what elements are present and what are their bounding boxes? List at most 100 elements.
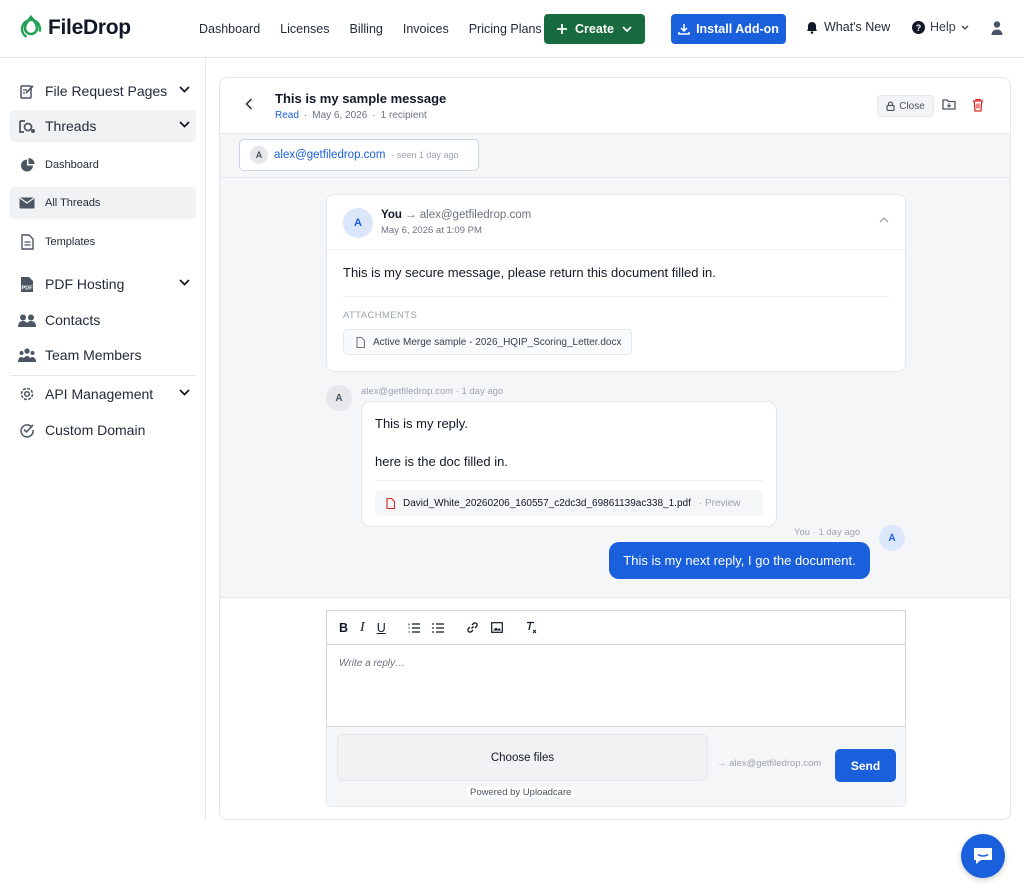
reply-placeholder: Write a reply…	[339, 658, 406, 669]
reply-avatar: A	[326, 385, 352, 411]
sidebar-item-label: Dashboard	[45, 159, 99, 171]
sidebar-item-custom-domain[interactable]: Custom Domain	[10, 414, 196, 446]
sidebar-item-all-threads[interactable]: All Threads	[10, 187, 196, 219]
sidebar-item-pdf-hosting[interactable]: PDF PDF Hosting	[10, 268, 196, 300]
chat-bubble-icon	[972, 846, 994, 866]
install-addon-button[interactable]: Install Add-on	[671, 14, 786, 44]
help-label: Help	[930, 20, 956, 34]
brand-name: FileDrop	[48, 16, 131, 39]
sidebar-item-file-request-pages[interactable]: File Request Pages	[10, 75, 196, 107]
choose-files-button[interactable]: Choose files	[337, 734, 708, 781]
sidebar-item-team-members[interactable]: Team Members	[10, 339, 196, 371]
nav-dashboard[interactable]: Dashboard	[199, 22, 260, 36]
sidebar-item-threads[interactable]: Threads	[10, 110, 196, 142]
back-arrow-icon[interactable]	[245, 98, 253, 110]
pdf-icon: PDF	[18, 276, 36, 293]
message-body: This is my secure message, please return…	[343, 265, 716, 280]
sidebar-item-label: Templates	[45, 236, 96, 248]
my-avatar: A	[879, 525, 905, 551]
sidebar-item-api-management[interactable]: API Management	[10, 378, 196, 410]
clear-format-icon[interactable]	[525, 621, 538, 634]
help-menu[interactable]: ? Help	[912, 20, 969, 34]
link-icon[interactable]	[466, 621, 479, 634]
reply-meta: alex@getfiledrop.com · 1 day ago	[361, 386, 504, 397]
sidebar-item-threads-dashboard[interactable]: Dashboard	[10, 149, 196, 181]
reply-message-card: This is my reply. here is the doc filled…	[361, 401, 777, 527]
read-status: Read	[275, 110, 299, 121]
recipient-chip[interactable]: A alex@getfiledrop.com · seen 1 day ago	[239, 139, 479, 171]
bold-button[interactable]: B	[339, 621, 348, 635]
divider	[343, 296, 889, 297]
recipient-email: alex@getfiledrop.com	[274, 149, 386, 161]
thread-title: This is my sample message	[275, 91, 447, 106]
divider	[375, 480, 763, 481]
thread-meta: Read · May 6, 2026 · 1 recipient	[275, 110, 427, 121]
preview-link[interactable]: · Preview	[699, 498, 741, 509]
user-icon[interactable]	[990, 20, 1004, 36]
italic-button[interactable]: I	[360, 620, 365, 636]
document-icon	[18, 234, 36, 250]
reply-body-line: This is my reply.	[375, 416, 468, 431]
chevron-down-icon	[179, 86, 190, 93]
envelope-icon	[18, 197, 36, 209]
logo[interactable]: FileDrop	[20, 15, 131, 41]
sidebar-item-label: Threads	[45, 118, 97, 134]
sidebar-item-label: Custom Domain	[45, 422, 146, 438]
nav-billing[interactable]: Billing	[350, 22, 383, 36]
sidebar-item-contacts[interactable]: Contacts	[10, 304, 196, 336]
sidebar-item-label: API Management	[45, 386, 154, 402]
underline-button[interactable]: U	[377, 621, 386, 635]
gear-icon	[18, 386, 36, 402]
attachment-filename: David_White_20260206_160557_c2dc3d_69861…	[403, 497, 691, 509]
recipient-count: 1 recipient	[380, 110, 427, 121]
pie-chart-icon	[18, 157, 36, 173]
trash-icon[interactable]	[972, 98, 984, 112]
message-recipient: → alex@getfiledrop.com	[405, 209, 532, 221]
chat-support-button[interactable]	[961, 834, 1005, 878]
thread-date: May 6, 2026	[312, 110, 368, 121]
nav-invoices[interactable]: Invoices	[403, 22, 449, 36]
close-thread-button[interactable]: Close	[877, 95, 934, 117]
filedrop-logo-icon	[20, 15, 42, 41]
team-icon	[18, 348, 36, 362]
recipients-bar: A alex@getfiledrop.com · seen 1 day ago	[220, 134, 1010, 178]
image-icon[interactable]	[490, 622, 503, 633]
recipient-seen-status: · seen 1 day ago	[391, 150, 459, 160]
top-nav: Dashboard Licenses Billing Invoices Pric…	[199, 0, 562, 58]
install-addon-label: Install Add-on	[696, 22, 779, 36]
attachment-chip[interactable]: Active Merge sample - 2026_HQIP_Scoring_…	[343, 329, 633, 355]
chevron-down-icon	[179, 279, 190, 286]
reply-body-line: here is the doc filled in.	[375, 454, 508, 469]
attachments-label: ATTACHMENTS	[343, 310, 418, 321]
chevron-down-icon	[961, 25, 969, 30]
download-icon	[678, 23, 690, 35]
message-date: May 6, 2026 at 1:09 PM	[381, 225, 482, 236]
chevron-down-icon	[179, 121, 190, 128]
send-button[interactable]: Send	[835, 749, 896, 782]
document-icon	[356, 336, 365, 348]
create-label: Create	[575, 22, 614, 36]
nav-pricing-plans[interactable]: Pricing Plans	[469, 22, 542, 36]
sidebar-item-label: Contacts	[45, 312, 101, 328]
thread-panel: This is my sample message Read · May 6, …	[219, 77, 1011, 820]
sidebar-item-templates[interactable]: Templates	[10, 226, 196, 258]
chevron-up-icon[interactable]	[879, 217, 889, 223]
sidebar-item-label: Team Members	[45, 347, 142, 363]
bullet-list-icon[interactable]	[431, 622, 444, 633]
domain-check-icon	[18, 422, 36, 438]
whats-new-link[interactable]: What's New	[806, 20, 890, 34]
reply-to-address: → alex@getfiledrop.com	[717, 758, 822, 769]
ordered-list-icon[interactable]	[408, 622, 420, 633]
nav-licenses[interactable]: Licenses	[280, 22, 329, 36]
message-header[interactable]: A You → alex@getfiledrop.com May 6, 2026…	[327, 195, 905, 250]
pdf-attachment-chip[interactable]: David_White_20260206_160557_c2dc3d_69861…	[375, 490, 763, 516]
recipient-avatar: A	[250, 146, 268, 164]
reply-editor[interactable]: Write a reply…	[326, 645, 906, 727]
create-button[interactable]: Create	[544, 14, 645, 44]
sender-avatar: A	[343, 208, 373, 238]
svg-text:PDF: PDF	[22, 285, 34, 291]
archive-folder-icon[interactable]	[942, 98, 956, 110]
my-reply-meta: You · 1 day ago	[794, 527, 861, 538]
original-message-card: A You → alex@getfiledrop.com May 6, 2026…	[326, 194, 906, 372]
message-from: You → alex@getfiledrop.com	[381, 209, 531, 221]
